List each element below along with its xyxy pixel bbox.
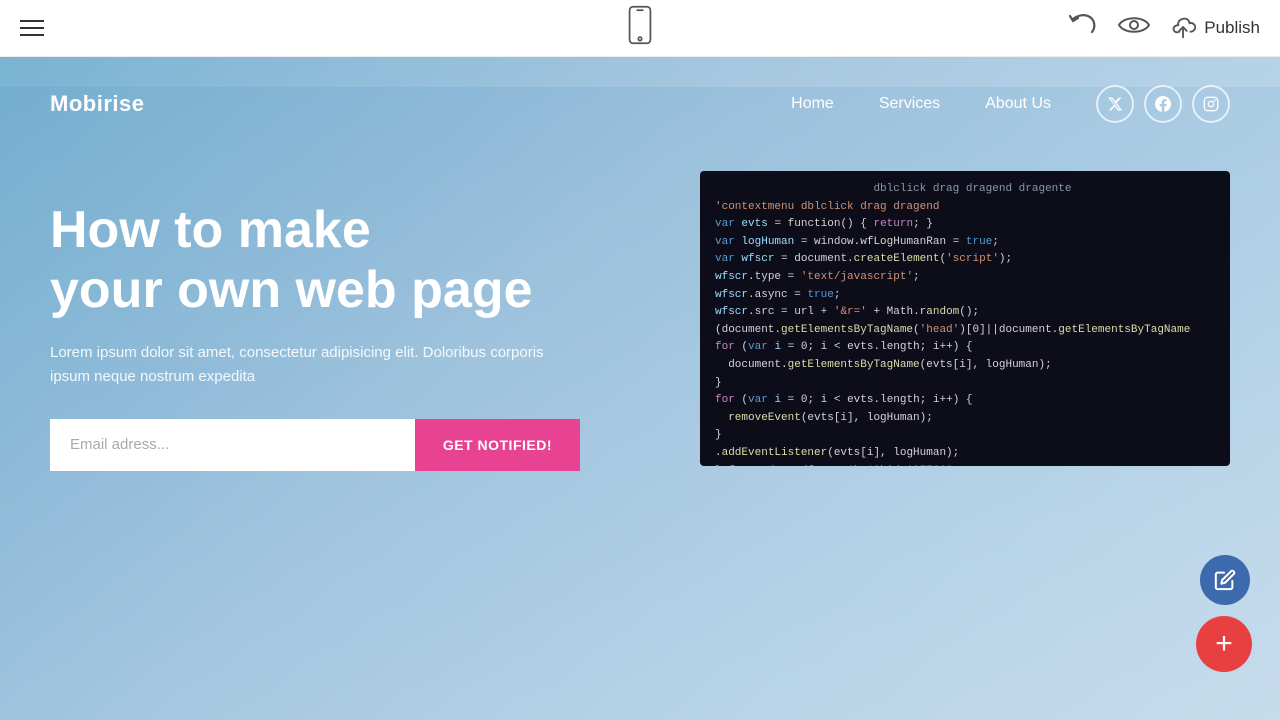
site-brand: Mobirise xyxy=(50,91,144,117)
code-line: wfscr.src = url + '&r=' + Math.random(); xyxy=(715,304,1215,322)
toolbar-center xyxy=(626,5,654,52)
hero-image: dblclick drag dragend dragente 'contextm… xyxy=(699,181,1230,466)
code-line: (document.getElementsByTagName('head')[0… xyxy=(715,322,1215,340)
code-line: 'contextmenu dblclick drag dragend xyxy=(715,199,1215,217)
nav-services[interactable]: Services xyxy=(879,95,940,113)
preview-icon[interactable] xyxy=(1118,14,1150,42)
code-line: } xyxy=(715,375,1215,393)
hero-text: How to make your own web page Lorem ipsu… xyxy=(50,181,699,471)
toolbar: Publish xyxy=(0,0,1280,57)
code-line: for (var i = 0; i < evts.length; i++) { xyxy=(715,392,1215,410)
twitter-icon[interactable] xyxy=(1096,85,1134,123)
code-line: var wfscr = document.createElement('scri… xyxy=(715,251,1215,269)
code-line: document.getElementsByTagName(evts[i], l… xyxy=(715,357,1215,375)
edit-fab-button[interactable] xyxy=(1200,555,1250,605)
plus-icon: + xyxy=(1215,629,1233,659)
instagram-icon[interactable] xyxy=(1192,85,1230,123)
hamburger-icon[interactable] xyxy=(20,20,44,36)
notify-button[interactable]: GET NOTIFIED! xyxy=(415,419,580,471)
code-line: };fe.com/pwordfence_1h-1&hid=A057C00... xyxy=(715,463,1215,467)
code-line: } xyxy=(715,427,1215,445)
site-nav: Mobirise Home Services About Us xyxy=(0,57,1280,151)
code-line: wfscr.type = 'text/javascript'; xyxy=(715,269,1215,287)
code-line: for (var i = 0; i < evts.length; i++) { xyxy=(715,339,1215,357)
code-line: dblclick drag dragend dragente xyxy=(715,181,1215,199)
hero-title: How to make your own web page xyxy=(50,201,699,321)
email-form: GET NOTIFIED! xyxy=(50,419,580,471)
code-content: dblclick drag dragend dragente 'contextm… xyxy=(700,171,1230,466)
nav-links: Home Services About Us xyxy=(791,85,1230,123)
nav-about-us[interactable]: About Us xyxy=(985,95,1051,113)
phone-preview-icon[interactable] xyxy=(626,5,654,52)
main-area: Mobirise Home Services About Us xyxy=(0,57,1280,720)
code-window: dblclick drag dragend dragente 'contextm… xyxy=(700,171,1230,466)
code-line: .addEventListener(evts[i], logHuman); xyxy=(715,445,1215,463)
toolbar-left xyxy=(20,20,44,36)
undo-icon[interactable] xyxy=(1068,11,1098,46)
hero-section: How to make your own web page Lorem ipsu… xyxy=(0,151,1280,471)
email-input[interactable] xyxy=(50,419,415,471)
code-line: wfscr.async = true; xyxy=(715,287,1215,305)
hero-subtitle: Lorem ipsum dolor sit amet, consectetur … xyxy=(50,341,570,389)
code-line: var evts = function() { return; } xyxy=(715,216,1215,234)
facebook-icon[interactable] xyxy=(1144,85,1182,123)
code-line: removeEvent(evts[i], logHuman); xyxy=(715,410,1215,428)
nav-home[interactable]: Home xyxy=(791,95,834,113)
publish-button[interactable]: Publish xyxy=(1170,15,1260,41)
add-fab-button[interactable]: + xyxy=(1196,616,1252,672)
code-line: var logHuman = window.wfLogHumanRan = tr… xyxy=(715,234,1215,252)
toolbar-right: Publish xyxy=(1068,11,1260,46)
social-icons xyxy=(1096,85,1230,123)
